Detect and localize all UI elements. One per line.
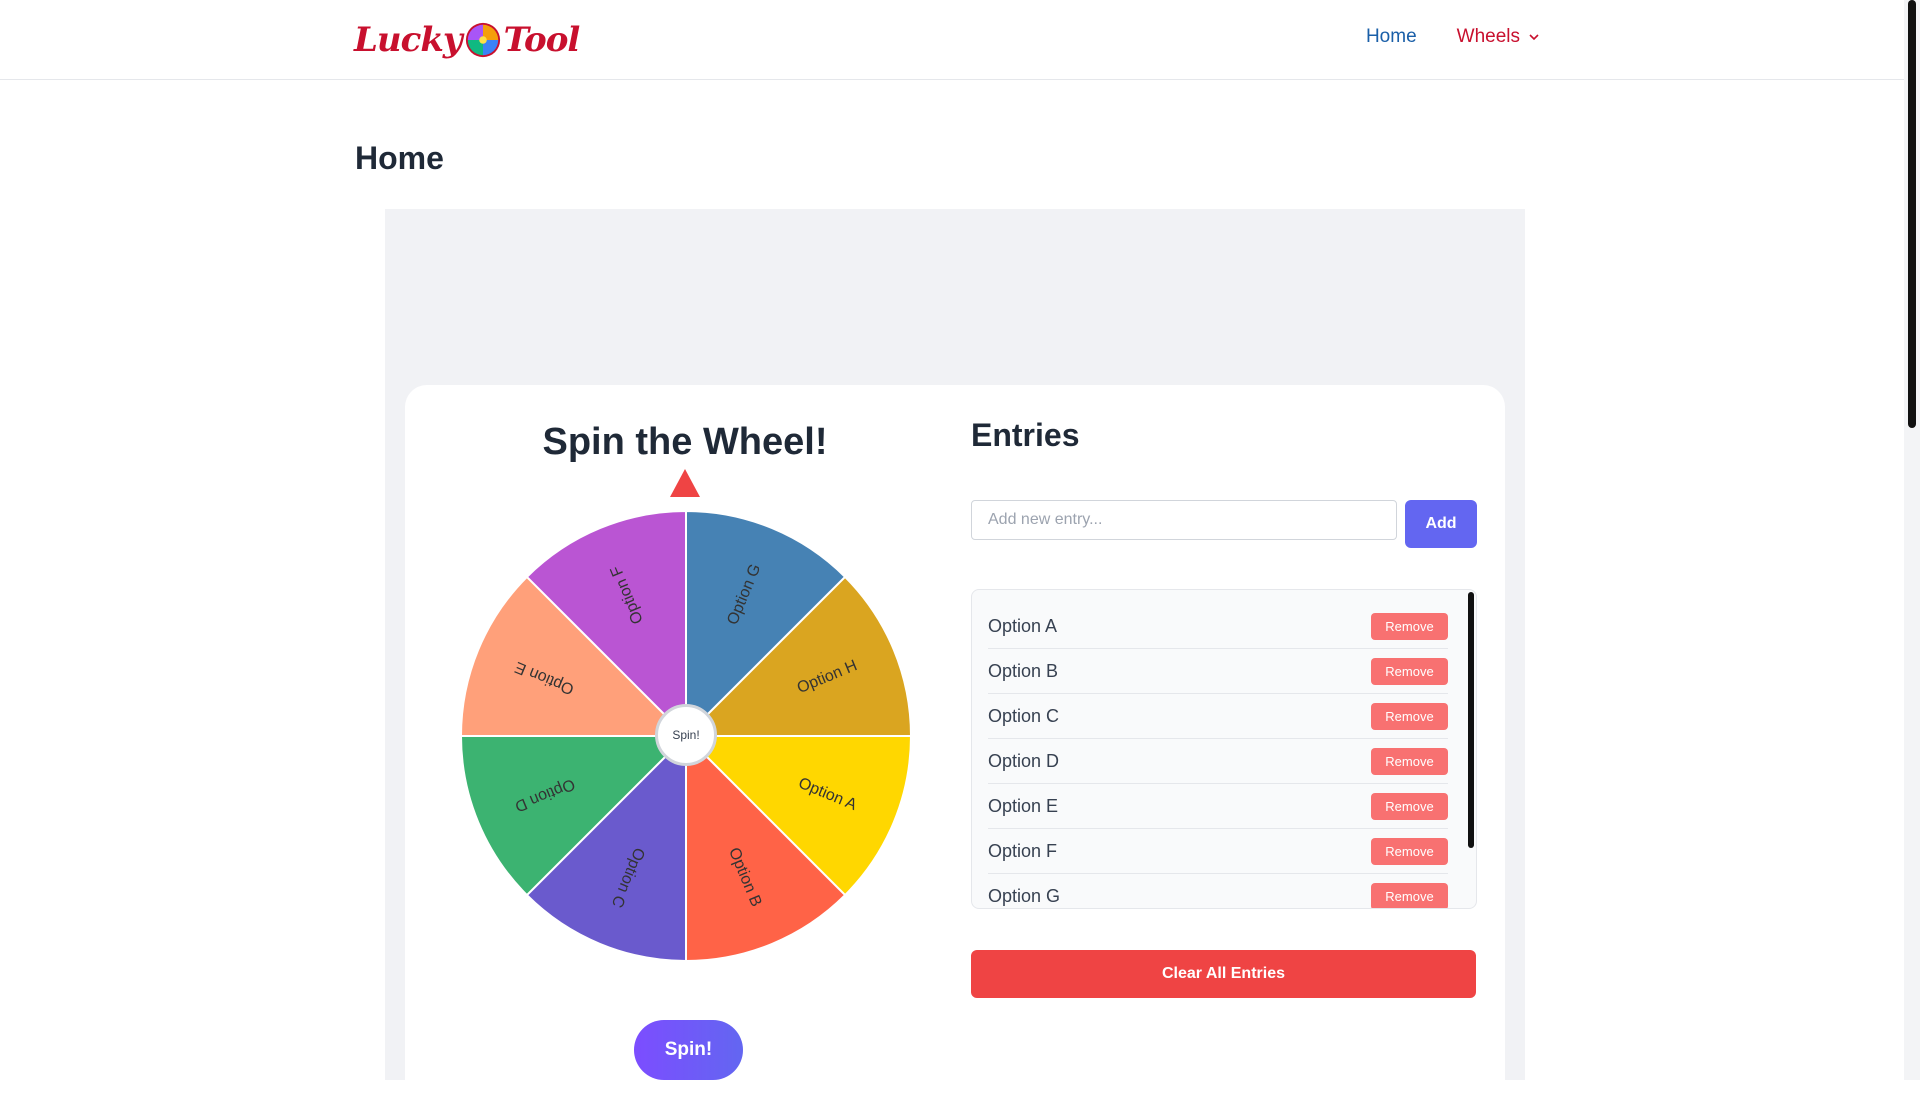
remove-entry-button[interactable]: Remove: [1371, 792, 1448, 820]
logo-text-right: Tool: [503, 20, 581, 60]
list-item: Option A Remove: [988, 604, 1448, 649]
page-title: Home: [355, 140, 444, 176]
clear-all-entries-button[interactable]: Clear All Entries: [971, 950, 1476, 998]
remove-entry-button[interactable]: Remove: [1371, 747, 1448, 775]
lucky-tool-logo[interactable]: Lucky Tool: [354, 18, 581, 62]
nav-home-link[interactable]: Home: [1366, 26, 1417, 48]
wheel-center-label: Spin!: [672, 728, 700, 742]
wheel-pointer: [670, 469, 700, 497]
list-item: Option B Remove: [988, 649, 1448, 694]
entries-list-scrollbar[interactable]: [1468, 592, 1474, 848]
list-item-label: Option E: [988, 795, 1059, 816]
wheel-center-spin-button[interactable]: Spin!: [655, 704, 717, 766]
remove-entry-button[interactable]: Remove: [1371, 882, 1448, 908]
wheel-title: Spin the Wheel!: [542, 421, 828, 463]
chevron-down-icon: [1529, 34, 1539, 41]
list-item: Option E Remove: [988, 784, 1448, 829]
list-item: Option F Remove: [988, 829, 1448, 874]
page-scrollbar-thumb[interactable]: [1908, 0, 1916, 428]
list-item: Option G Remove: [988, 874, 1448, 908]
logo-text-left: Lucky: [354, 20, 463, 60]
remove-entry-button[interactable]: Remove: [1371, 612, 1448, 640]
list-item: Option D Remove: [988, 739, 1448, 784]
remove-entry-button[interactable]: Remove: [1371, 657, 1448, 685]
list-item-label: Option A: [988, 615, 1058, 636]
list-item-label: Option D: [988, 750, 1060, 771]
add-entry-button[interactable]: Add: [1405, 500, 1477, 548]
list-item-label: Option F: [988, 840, 1058, 861]
list-item-label: Option C: [988, 705, 1060, 726]
list-item: Option C Remove: [988, 694, 1448, 739]
top-navigation-bar: Lucky Tool Home Wheels: [0, 0, 1904, 80]
remove-entry-button[interactable]: Remove: [1371, 837, 1448, 865]
entries-title: Entries: [971, 417, 1080, 453]
logo-wheel-icon: [465, 22, 500, 58]
new-entry-input[interactable]: [971, 500, 1397, 540]
list-item-label: Option G: [988, 885, 1061, 906]
list-item-label: Option B: [988, 660, 1059, 681]
wheel-card: Spin the Wheel! Option A Option B Option C…: [405, 385, 1505, 1105]
page-scrollbar[interactable]: [1904, 0, 1920, 1080]
spin-button[interactable]: Spin!: [634, 1020, 743, 1080]
nav-wheels-dropdown[interactable]: Wheels: [1457, 26, 1540, 48]
nav-wheels-label: Wheels: [1456, 26, 1520, 47]
entries-list[interactable]: Option A Remove Option B Remove Option C Remo…: [971, 589, 1477, 909]
main-nav: Home Wheels: [1366, 26, 1540, 48]
remove-entry-button[interactable]: Remove: [1371, 702, 1448, 730]
